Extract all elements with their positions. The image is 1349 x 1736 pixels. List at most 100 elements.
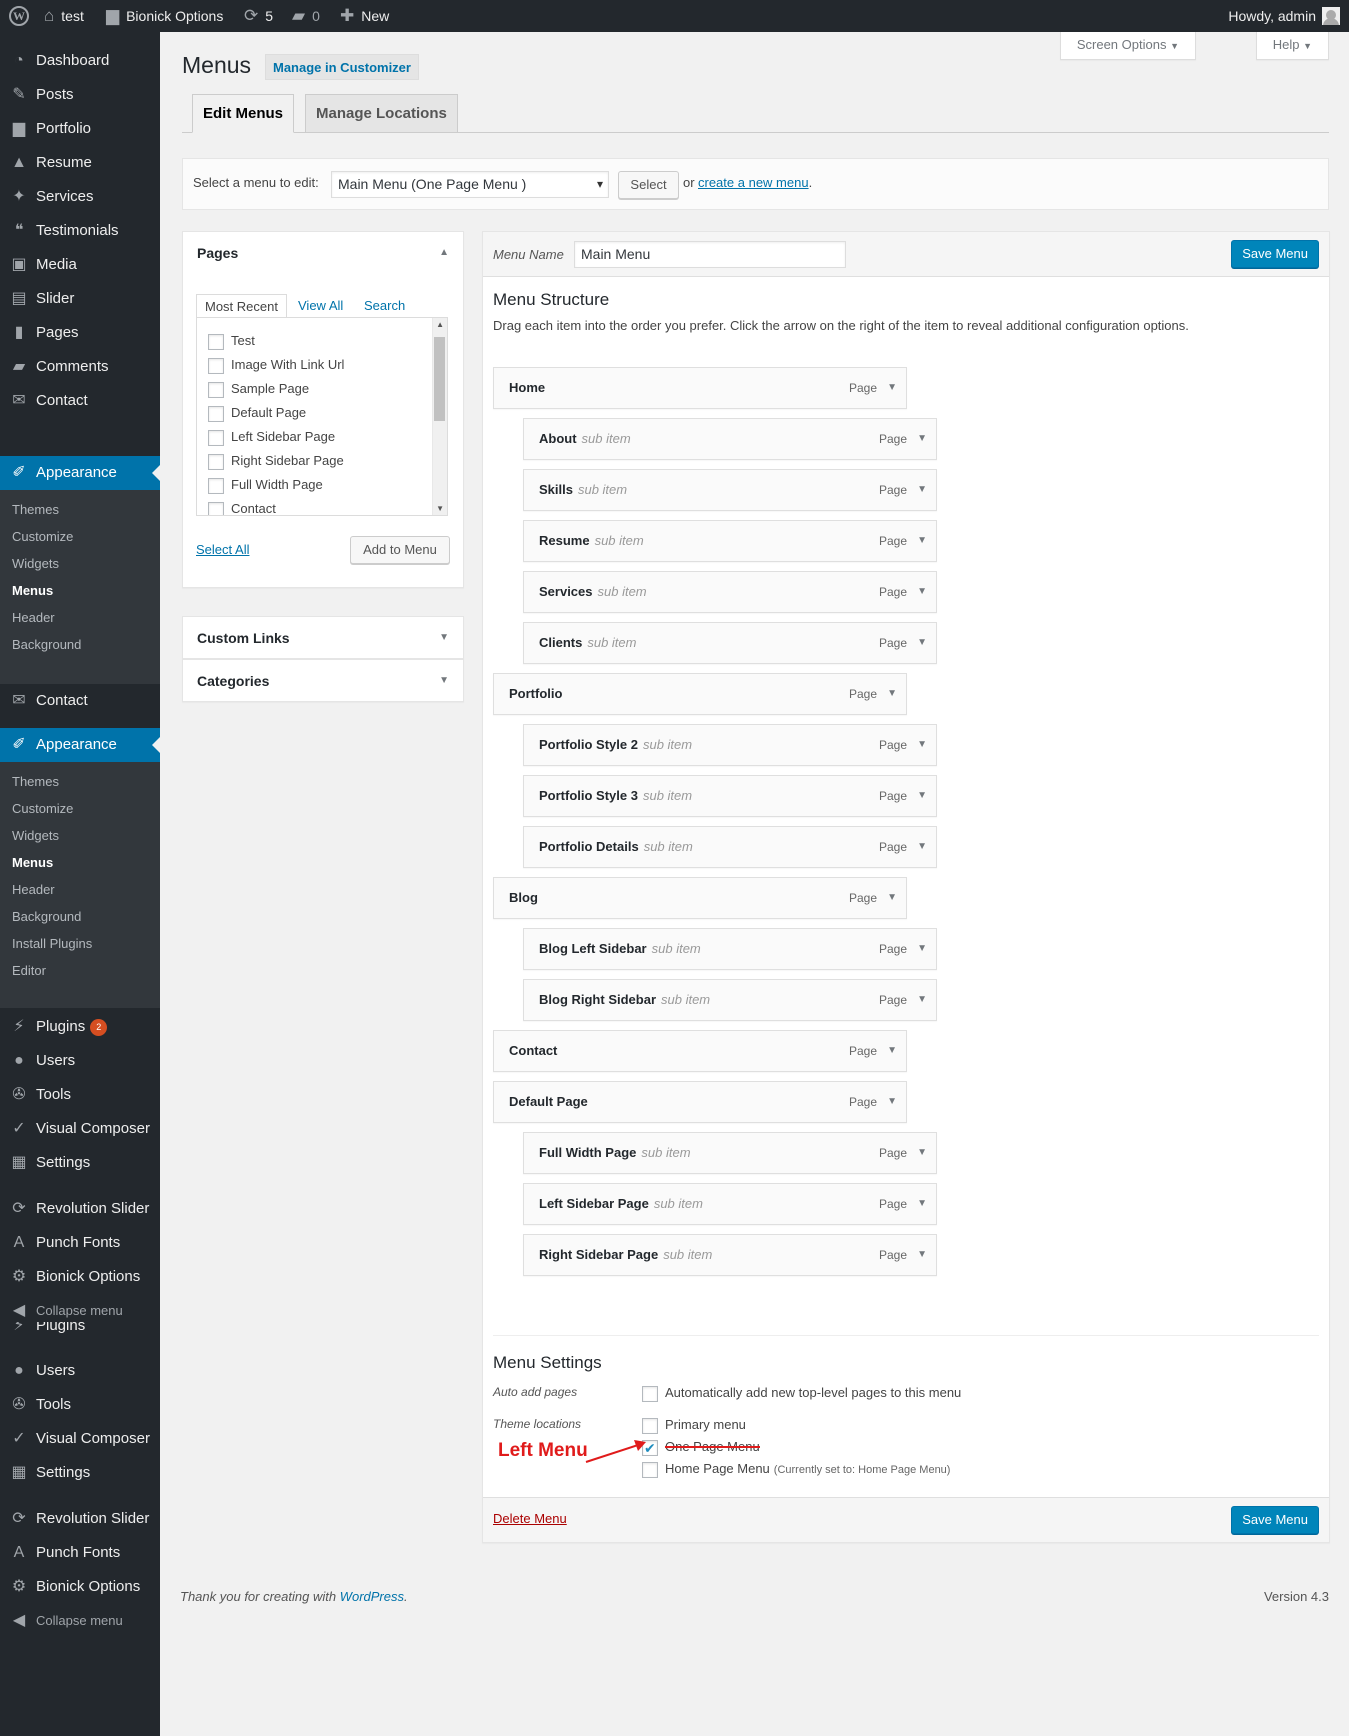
menu-punch-fonts[interactable]: A Punch Fonts — [0, 1536, 160, 1570]
menu-item-blog-left-sidebar[interactable]: Blog Left Sidebar sub item Page ▼ — [523, 928, 937, 970]
submenu-install-plugins[interactable]: Install Plugins — [12, 930, 92, 957]
submenu-background[interactable]: Background — [12, 903, 81, 930]
menu-item-contact[interactable]: Contact Page ▼ — [493, 1030, 907, 1072]
save-menu-button-bottom[interactable]: Save Menu — [1231, 1506, 1319, 1534]
chevron-down-icon[interactable]: ▼ — [917, 470, 927, 510]
wordpress-logo-icon[interactable]: W — [9, 0, 29, 32]
menu-appearance[interactable]: ✐ Appearance — [0, 456, 160, 490]
menu-bionick-options[interactable]: ⚙ Bionick Options — [0, 1260, 160, 1294]
chevron-down-icon[interactable]: ▼ — [887, 368, 897, 408]
delete-menu-link[interactable]: Delete Menu — [493, 1511, 567, 1526]
tab-view-all[interactable]: View All — [298, 294, 343, 318]
page-option-default-page[interactable]: Default Page — [208, 402, 306, 424]
manage-in-customizer-button[interactable]: Manage in Customizer — [265, 54, 419, 80]
menu-contact[interactable]: ✉ Contact — [0, 684, 160, 718]
page-option-full-width-page[interactable]: Full Width Page — [208, 474, 323, 496]
menu-tools[interactable]: ✇ Tools — [0, 1388, 160, 1422]
page-checkbox[interactable] — [208, 453, 224, 470]
menu-item-about[interactable]: About sub item Page ▼ — [523, 418, 937, 460]
page-option-contact[interactable]: Contact — [208, 498, 276, 515]
menu-item-left-sidebar-page[interactable]: Left Sidebar Page sub item Page ▼ — [523, 1183, 937, 1225]
chevron-down-icon[interactable]: ▼ — [917, 929, 927, 969]
page-option-test[interactable]: Test — [208, 330, 255, 352]
screen-options-button[interactable]: Screen Options ▼ — [1059, 32, 1196, 60]
submenu-menus[interactable]: Menus — [12, 577, 53, 604]
menu-visual-composer[interactable]: ✓ Visual Composer — [0, 1422, 160, 1456]
page-checkbox[interactable] — [208, 333, 224, 350]
chevron-down-icon[interactable]: ▼ — [917, 1133, 927, 1173]
updates-link[interactable]: ⟳ 5 — [244, 0, 273, 32]
submenu-menus[interactable]: Menus — [12, 849, 53, 876]
page-option-right-sidebar-page[interactable]: Right Sidebar Page — [208, 450, 344, 472]
account-menu[interactable]: Howdy, admin — [1228, 0, 1340, 32]
page-checkbox[interactable] — [208, 381, 224, 398]
menu-visual-composer[interactable]: ✓ Visual Composer — [0, 1112, 160, 1146]
menu-item-clients[interactable]: Clients sub item Page ▼ — [523, 622, 937, 664]
menu-bionick-options[interactable]: ⚙ Bionick Options — [0, 1570, 160, 1604]
page-checkbox[interactable] — [208, 477, 224, 494]
wordpress-link[interactable]: WordPress — [340, 1589, 404, 1604]
tab-search[interactable]: Search — [364, 294, 405, 318]
page-checkbox[interactable] — [208, 429, 224, 446]
submenu-widgets[interactable]: Widgets — [12, 550, 59, 577]
auto-add-option[interactable]: Automatically add new top-level pages to… — [642, 1383, 961, 1403]
select-all-link[interactable]: Select All — [196, 542, 249, 557]
submenu-header[interactable]: Header — [12, 604, 55, 631]
comments-link[interactable]: ▰ 0 — [292, 0, 320, 32]
scrollbar[interactable]: ▲ ▼ — [432, 318, 447, 515]
menu-item-home[interactable]: Home Page ▼ — [493, 367, 907, 409]
chevron-down-icon[interactable]: ▼ — [917, 827, 927, 867]
bionick-options-link[interactable]: ▆ Bionick Options — [106, 0, 223, 32]
chevron-down-icon[interactable]: ▼ — [917, 776, 927, 816]
help-button[interactable]: Help ▼ — [1255, 32, 1329, 60]
menu-comments[interactable]: ▰ Comments — [0, 350, 160, 384]
menu-item-portfolio-style-3[interactable]: Portfolio Style 3 sub item Page ▼ — [523, 775, 937, 817]
create-new-menu-link[interactable]: create a new menu — [698, 175, 809, 190]
location-checkbox[interactable] — [642, 1417, 658, 1434]
new-content-link[interactable]: ✚ New — [340, 0, 389, 32]
page-option-image-with-link-url[interactable]: Image With Link Url — [208, 354, 344, 376]
chevron-down-icon[interactable]: ▼ — [917, 980, 927, 1020]
submenu-editor[interactable]: Editor — [12, 957, 46, 984]
page-checkbox[interactable] — [208, 405, 224, 422]
tab-edit-menus[interactable]: Edit Menus — [192, 94, 295, 133]
location-primary-menu[interactable]: Primary menu — [642, 1415, 746, 1435]
menu-services[interactable]: ✦ Services — [0, 180, 160, 214]
pages-header[interactable]: Pages ▲ — [183, 232, 463, 274]
categories-accordion[interactable]: Categories ▼ — [182, 659, 464, 702]
page-option-sample-page[interactable]: Sample Page — [208, 378, 309, 400]
menu-tools[interactable]: ✇ Tools — [0, 1078, 160, 1112]
menu-revolution-slider[interactable]: ⟳ Revolution Slider — [0, 1502, 160, 1536]
collapse-menu-button-2[interactable]: ◀ Collapse menu — [0, 1604, 160, 1638]
submenu-customize[interactable]: Customize — [12, 523, 73, 550]
menu-item-portfolio[interactable]: Portfolio Page ▼ — [493, 673, 907, 715]
custom-links-accordion[interactable]: Custom Links ▼ — [182, 616, 464, 659]
menu-item-blog[interactable]: Blog Page ▼ — [493, 877, 907, 919]
submenu-background[interactable]: Background — [12, 631, 81, 658]
menu-item-right-sidebar-page[interactable]: Right Sidebar Page sub item Page ▼ — [523, 1234, 937, 1276]
tab-most-recent[interactable]: Most Recent — [196, 294, 287, 318]
menu-dashboard[interactable]: ◔ Dashboard — [0, 44, 160, 78]
menu-item-default-page[interactable]: Default Page Page ▼ — [493, 1081, 907, 1123]
menu-testimonials[interactable]: ❝ Testimonials — [0, 214, 160, 248]
location-home-page-menu[interactable]: Home Page Menu (Currently set to: Home Pa… — [642, 1459, 950, 1480]
submenu-customize[interactable]: Customize — [12, 795, 73, 822]
select-button[interactable]: Select — [618, 171, 679, 199]
chevron-down-icon[interactable]: ▼ — [887, 1031, 897, 1071]
menu-item-resume[interactable]: Resume sub item Page ▼ — [523, 520, 937, 562]
menu-item-portfolio-details[interactable]: Portfolio Details sub item Page ▼ — [523, 826, 937, 868]
page-checkbox[interactable] — [208, 501, 224, 515]
menu-item-portfolio-style-2[interactable]: Portfolio Style 2 sub item Page ▼ — [523, 724, 937, 766]
menu-portfolio[interactable]: ▆ Portfolio — [0, 112, 160, 146]
menu-settings[interactable]: ▦ Settings — [0, 1146, 160, 1180]
menu-item-skills[interactable]: Skills sub item Page ▼ — [523, 469, 937, 511]
chevron-down-icon[interactable]: ▼ — [917, 572, 927, 612]
menu-slider[interactable]: ▤ Slider — [0, 282, 160, 316]
save-menu-button[interactable]: Save Menu — [1231, 240, 1319, 268]
menu-posts[interactable]: ✎ Posts — [0, 78, 160, 112]
menu-resume[interactable]: ▲ Resume — [0, 146, 160, 180]
scrollbar-thumb[interactable] — [434, 337, 445, 421]
menu-plugins[interactable]: ⚡ Plugins 2 — [0, 1010, 160, 1044]
page-checkbox[interactable] — [208, 357, 224, 374]
submenu-themes[interactable]: Themes — [12, 768, 59, 795]
